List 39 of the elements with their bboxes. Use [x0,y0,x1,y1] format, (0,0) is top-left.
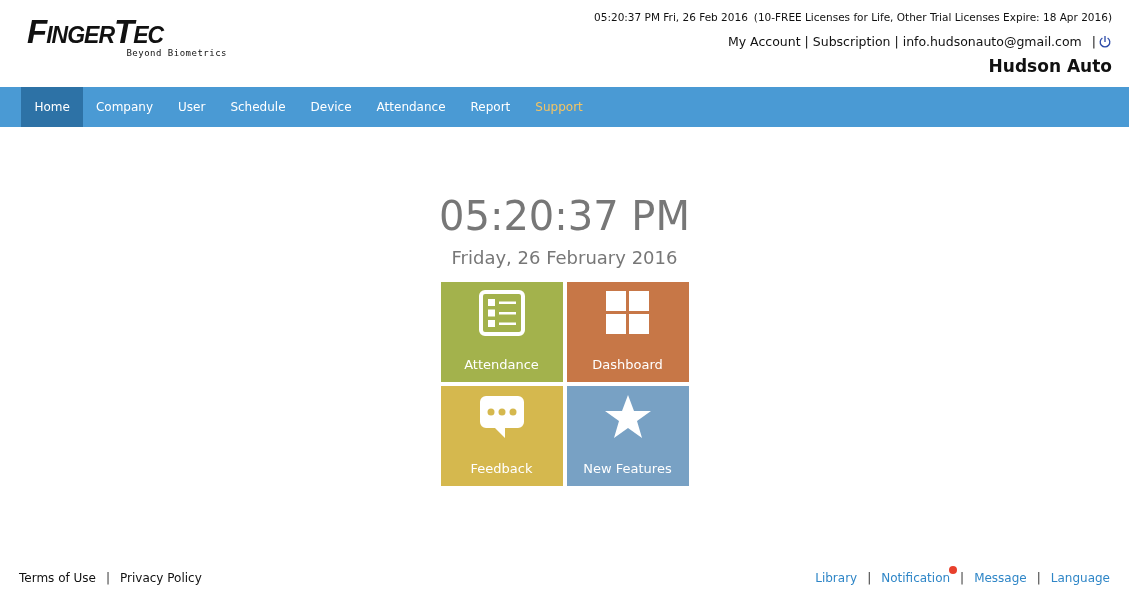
separator: | [960,571,965,585]
header-datetime: 05:20:37 PM Fri, 26 Feb 2016 [594,11,748,23]
clock-date: Friday, 26 February 2016 [451,247,678,268]
tile-button[interactable]: Attendance [440,282,563,382]
checklist-icon [477,289,526,337]
tile-button[interactable]: Dashboard [566,282,689,382]
license-note: (10-FREE Licenses for Life, Other Trial Licenses Expire: 18 Apr 2016) [753,11,1112,23]
footer-link[interactable]: Privacy Policy [120,571,202,585]
power-icon[interactable] [1098,34,1112,49]
footer-link[interactable]: Library [815,571,858,585]
separator: | [804,34,809,49]
nav-tab[interactable]: Company [83,87,166,127]
clock-time: 05:20:37 PM [439,192,690,241]
nav-tab[interactable]: Support [522,87,596,127]
nav-tab[interactable]: Home [21,87,84,127]
nav-tab[interactable]: User [165,87,218,127]
logo-tagline: Beyond Biometrics [126,48,227,58]
separator: | [1091,34,1096,49]
nav-tab[interactable]: Report [458,87,523,127]
separator: | [867,571,872,585]
tile-button[interactable]: Feedback [440,386,563,486]
footer-link[interactable]: Language [1050,571,1110,585]
company-name: Hudson Auto [988,56,1112,76]
nav-tab[interactable]: Device [298,87,365,127]
nav-tab[interactable]: Schedule [217,87,299,127]
tile-button[interactable]: New Features [566,386,689,486]
nav-tab[interactable]: Attendance [364,87,459,127]
account-link[interactable]: Subscription [812,34,891,49]
logo-wordmark: FingerTec [27,16,164,48]
star-icon [603,393,652,441]
grid-icon [603,289,652,337]
account-link[interactable]: My Account [727,34,801,49]
footer-link[interactable]: Message [974,571,1027,585]
account-link[interactable]: info.hudsonauto@gmail.com [902,34,1082,49]
footer-link[interactable]: Terms of Use [19,571,96,585]
footer-link[interactable]: Notification [881,571,951,585]
separator: | [105,571,110,585]
separator: | [894,34,899,49]
separator: | [1036,571,1041,585]
